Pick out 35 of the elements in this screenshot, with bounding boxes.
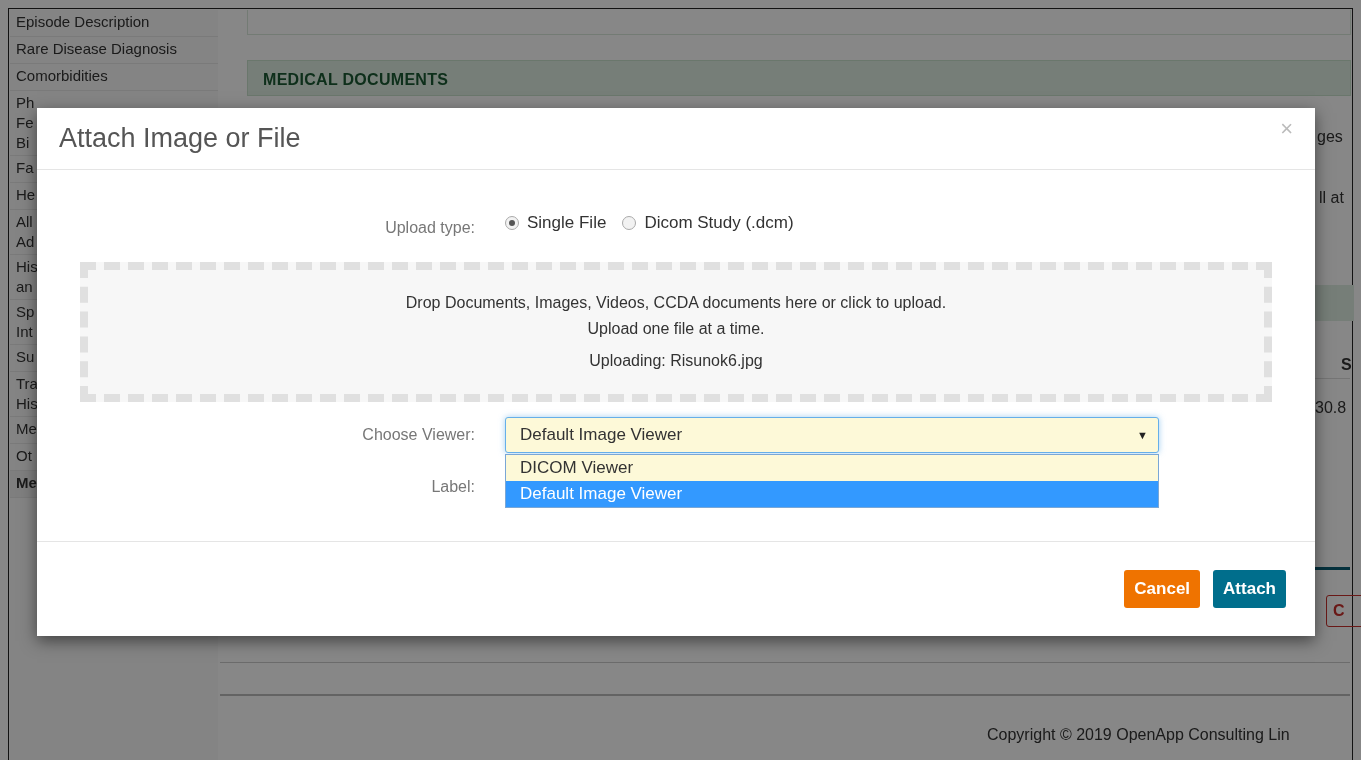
panel-text: ll at bbox=[1319, 188, 1344, 208]
table-header-bar bbox=[1314, 285, 1354, 321]
sidebar-item[interactable]: Fa bbox=[16, 158, 38, 178]
dialog-title: Attach Image or File bbox=[59, 122, 301, 155]
sidebar-item[interactable]: Me bbox=[16, 419, 38, 439]
cancel-button[interactable]: Cancel bbox=[1124, 570, 1201, 608]
sidebar-item[interactable]: All Ad bbox=[16, 212, 38, 252]
section-heading: MEDICAL DOCUMENTS bbox=[247, 60, 1351, 96]
sidebar-item[interactable]: Comorbidities bbox=[16, 67, 108, 84]
attach-button[interactable]: Attach bbox=[1213, 570, 1286, 608]
sidebar-item[interactable]: Su bbox=[16, 347, 38, 367]
sidebar-item[interactable]: Me bbox=[16, 473, 38, 493]
dropdown-option[interactable]: DICOM Viewer bbox=[506, 455, 1158, 481]
sidebar-item[interactable]: Episode Description bbox=[16, 13, 150, 30]
field-label: Upload type: bbox=[384, 218, 476, 238]
copyright-text: Copyright © 2019 OpenApp Consulting Lin bbox=[987, 725, 1290, 745]
sidebar-item[interactable]: Tra His bbox=[16, 374, 38, 414]
sidebar-item[interactable]: Sp Int bbox=[16, 302, 38, 342]
dropdown-option[interactable]: Default Image Viewer bbox=[506, 481, 1158, 507]
sidebar-item[interactable]: Ot bbox=[16, 446, 38, 466]
radio-option[interactable]: Single File bbox=[505, 210, 607, 236]
table-cell-text: 30.8 bbox=[1315, 398, 1347, 418]
button[interactable]: C bbox=[1326, 595, 1361, 627]
field-label: Choose Viewer: bbox=[361, 425, 476, 445]
viewer-select[interactable]: Default Image Viewer ▼ bbox=[505, 417, 1159, 453]
sidebar-item[interactable]: He bbox=[16, 185, 38, 205]
sidebar-item[interactable]: Rare Disease Diagnosis bbox=[16, 40, 177, 57]
drop-zone[interactable]: Drop Documents, Images, Videos, CCDA documents here or click to upload. Upload one file at a time. Uploading: Risunok6.jpg bbox=[80, 262, 1272, 402]
caret-icon: ▼ bbox=[1137, 426, 1148, 444]
radio-option[interactable]: Dicom Study (.dcm) bbox=[622, 210, 794, 236]
field-label: Label: bbox=[430, 477, 476, 497]
sidebar-item[interactable]: His an bbox=[16, 257, 38, 297]
column-heading: S bbox=[1341, 355, 1352, 375]
panel-text: ges bbox=[1317, 127, 1343, 147]
sidebar-item[interactable]: Ph Fe Bi bbox=[16, 93, 38, 153]
